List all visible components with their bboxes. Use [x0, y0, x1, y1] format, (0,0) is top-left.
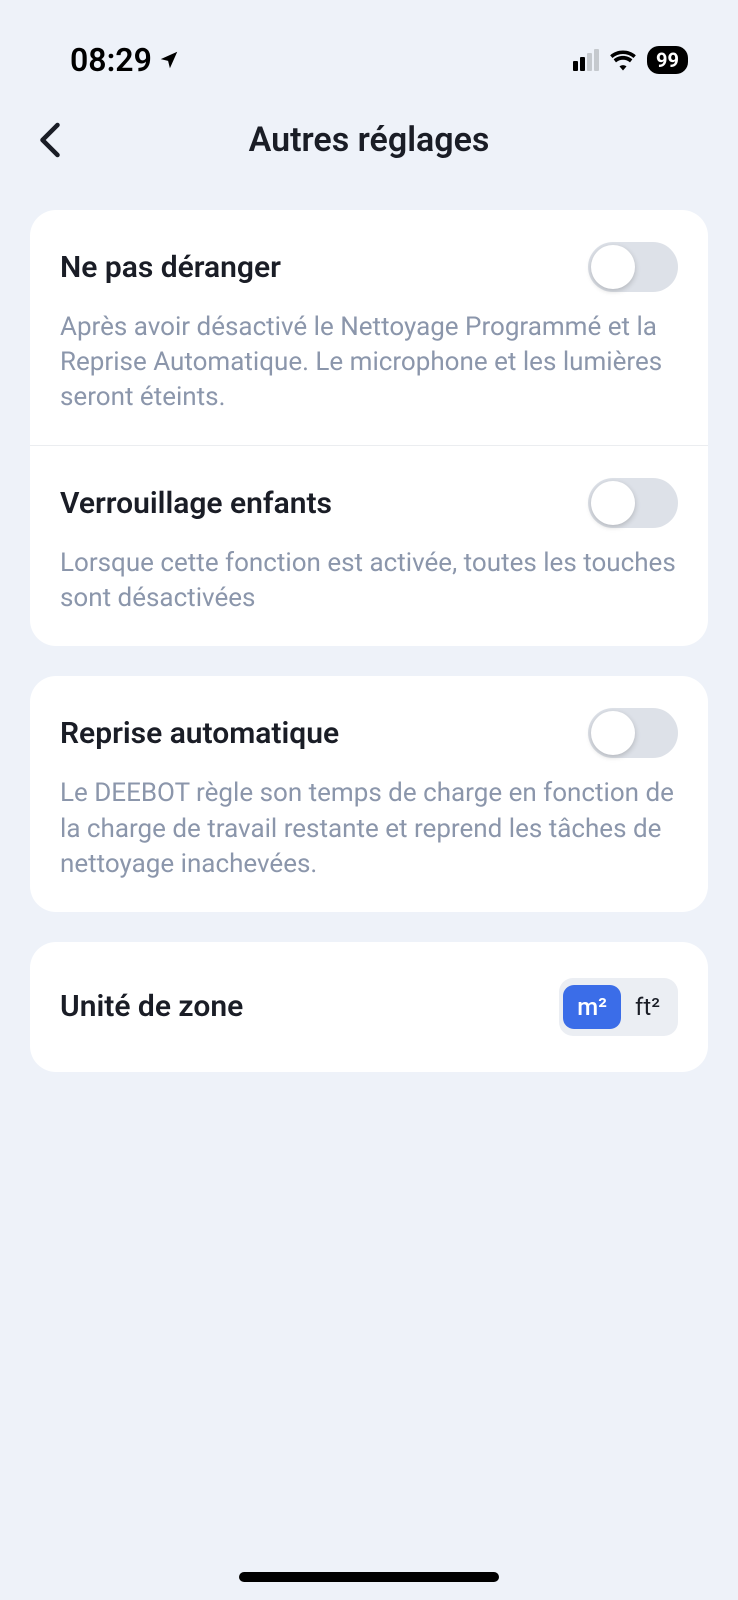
status-time-group: 08:29	[70, 41, 180, 79]
setting-auto-resume-toggle[interactable]	[588, 708, 678, 758]
battery-indicator: 99	[647, 46, 688, 74]
chevron-left-icon	[39, 122, 61, 158]
status-bar: 08:29 99	[0, 0, 738, 90]
status-time: 08:29	[70, 41, 152, 79]
setting-dnd-description: Après avoir désactivé le Nettoyage Progr…	[60, 310, 678, 415]
area-unit-m2[interactable]: m²	[563, 985, 621, 1029]
status-indicators: 99	[573, 46, 688, 74]
content-area: Ne pas déranger Après avoir désactivé le…	[0, 190, 738, 1072]
back-button[interactable]	[30, 120, 70, 160]
setting-auto-resume-title: Reprise automatique	[60, 716, 339, 751]
setting-dnd-toggle[interactable]	[588, 242, 678, 292]
page-header: Autres réglages	[0, 90, 738, 190]
toggle-knob	[591, 245, 635, 289]
setting-auto-resume-description: Le DEEBOT règle son temps de charge en f…	[60, 776, 678, 881]
page-title: Autres réglages	[249, 120, 490, 160]
setting-dnd-title: Ne pas déranger	[60, 250, 281, 285]
home-indicator[interactable]	[239, 1572, 499, 1582]
setting-child-lock-description: Lorsque cette fonction est activée, tout…	[60, 546, 678, 616]
settings-card-2: Reprise automatique Le DEEBOT règle son …	[30, 676, 708, 911]
settings-card-1: Ne pas déranger Après avoir désactivé le…	[30, 210, 708, 646]
settings-card-3: Unité de zone m² ft²	[30, 942, 708, 1072]
setting-child-lock-title: Verrouillage enfants	[60, 486, 332, 521]
location-arrow-icon	[158, 49, 180, 71]
setting-child-lock-toggle[interactable]	[588, 478, 678, 528]
area-unit-ft2[interactable]: ft²	[621, 985, 674, 1029]
toggle-knob	[591, 711, 635, 755]
setting-area-unit-title: Unité de zone	[60, 989, 243, 1024]
toggle-knob	[591, 481, 635, 525]
setting-child-lock: Verrouillage enfants Lorsque cette fonct…	[30, 446, 708, 646]
setting-auto-resume: Reprise automatique Le DEEBOT règle son …	[30, 676, 708, 911]
area-unit-segmented: m² ft²	[559, 978, 678, 1036]
cellular-signal-icon	[573, 49, 599, 71]
wifi-icon	[609, 49, 637, 71]
setting-dnd: Ne pas déranger Après avoir désactivé le…	[30, 210, 708, 446]
setting-area-unit: Unité de zone m² ft²	[30, 942, 708, 1072]
